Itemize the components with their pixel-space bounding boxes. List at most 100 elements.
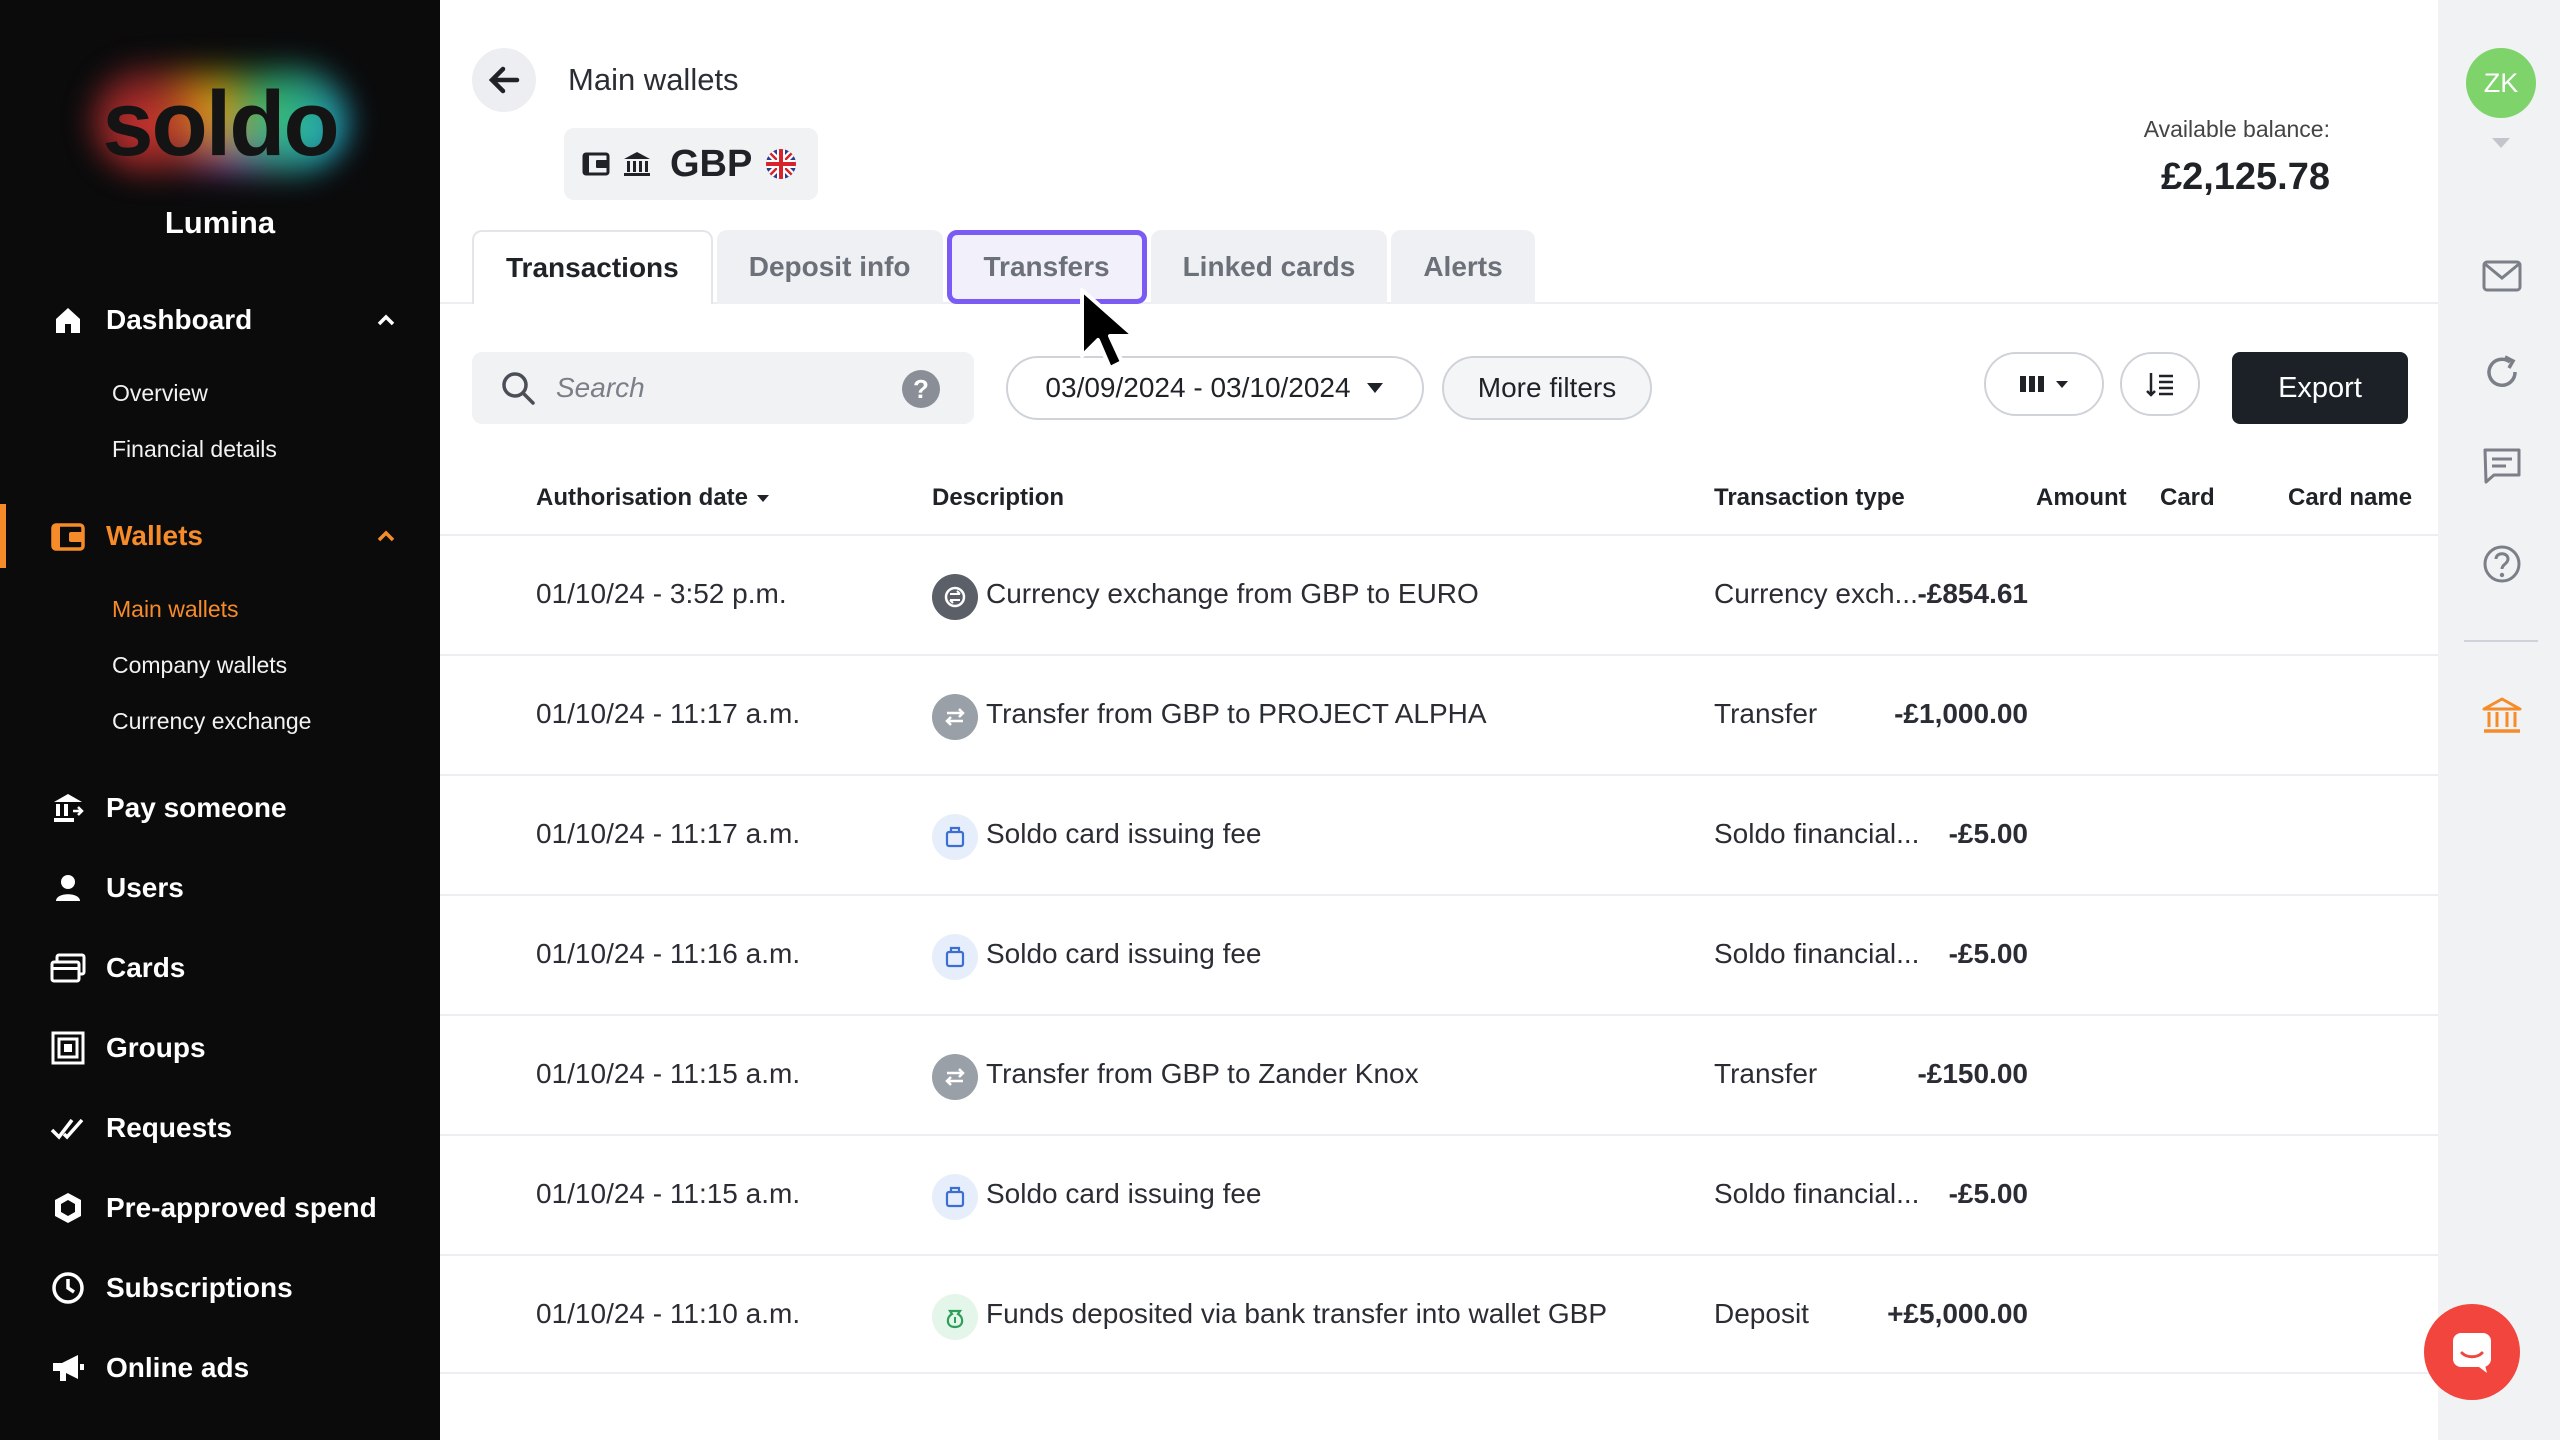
caret-down-icon <box>1366 383 1383 393</box>
sidebar-item-label: Groups <box>106 1032 206 1063</box>
sort-button[interactable] <box>2120 352 2200 416</box>
date-range-picker[interactable]: 03/09/2024 - 03/10/2024 <box>1006 356 1424 420</box>
currency-chip: GBP <box>564 128 818 200</box>
tab-transactions[interactable]: Transactions <box>472 230 713 304</box>
tab-deposit-info[interactable]: Deposit info <box>716 230 943 304</box>
sidebar-subitem-main-wallets[interactable]: Main wallets <box>112 596 239 623</box>
chevron-up-icon[interactable] <box>372 306 400 334</box>
bank-icon[interactable] <box>2480 694 2524 738</box>
sidebar-item-users[interactable]: Users <box>0 856 440 920</box>
bank-icon <box>624 152 650 176</box>
clock-icon <box>50 1270 86 1306</box>
search-icon <box>502 372 535 405</box>
row-date: 01/10/24 - 11:17 a.m. <box>536 698 801 729</box>
row-description: Currency exchange from GBP to EURO <box>986 578 1479 609</box>
row-description: Funds deposited via bank transfer into w… <box>986 1298 1608 1329</box>
table-row[interactable]: 01/10/24 - 11:15 a.m. Transfer from GBP … <box>440 1014 2438 1134</box>
back-button[interactable] <box>472 48 536 112</box>
column-header-label: Authorisation date <box>536 484 749 511</box>
column-header-authorisation-date[interactable]: Authorisation date <box>536 484 770 512</box>
sidebar-item-label: Requests <box>106 1112 233 1143</box>
sidebar-item-cards[interactable]: Cards <box>0 936 440 1000</box>
sidebar-item-label: Dashboard <box>106 304 253 335</box>
table-row[interactable]: 01/10/24 - 11:15 a.m. Soldo card issuing… <box>440 1134 2438 1254</box>
row-description: Transfer from GBP to Zander Knox <box>986 1058 1419 1089</box>
caret-down-icon[interactable] <box>2490 136 2512 150</box>
row-amount: -£5.00 <box>1948 818 2028 849</box>
help-circle-icon[interactable] <box>2480 542 2524 586</box>
column-header-card: Card <box>2160 484 2215 511</box>
groups-icon <box>50 1030 86 1066</box>
row-date: 01/10/24 - 11:16 a.m. <box>536 938 801 969</box>
row-date: 01/10/24 - 3:52 p.m. <box>536 578 787 609</box>
sidebar-item-pre-approved-spend[interactable]: Pre-approved spend <box>0 1176 440 1240</box>
table-row[interactable]: 01/10/24 - 11:17 a.m. Soldo card issuing… <box>440 774 2438 894</box>
sidebar-item-dashboard[interactable]: Dashboard <box>0 288 440 352</box>
row-description: Transfer from GBP to PROJECT ALPHA <box>986 698 1487 729</box>
currency-code: GBP <box>670 142 753 185</box>
row-date: 01/10/24 - 11:15 a.m. <box>536 1178 801 1209</box>
deposit-icon <box>932 1294 978 1340</box>
sidebar-item-requests[interactable]: Requests <box>0 1096 440 1160</box>
bank-pay-icon <box>50 790 86 826</box>
sidebar-item-online-ads[interactable]: Online ads <box>0 1336 440 1400</box>
sidebar-item-label: Pay someone <box>106 792 287 823</box>
sidebar-subitem-financial-details[interactable]: Financial details <box>112 436 277 463</box>
sidebar: soldo Lumina Dashboard Overview Financia… <box>0 0 440 1440</box>
fee-icon <box>932 1174 978 1220</box>
exchange-icon <box>932 574 978 620</box>
row-amount: -£5.00 <box>1948 1178 2028 1209</box>
row-date: 01/10/24 - 11:17 a.m. <box>536 818 801 849</box>
column-header-amount: Amount <box>2036 484 2127 511</box>
help-icon[interactable]: ? <box>902 370 940 408</box>
tab-linked-cards[interactable]: Linked cards <box>1150 230 1388 304</box>
sort-desc-icon <box>757 495 770 502</box>
date-range-value: 03/09/2024 - 03/10/2024 <box>1045 372 1351 403</box>
sort-list-icon <box>2146 373 2173 397</box>
logo-text: soldo <box>102 73 339 175</box>
uk-flag-icon <box>766 149 797 179</box>
columns-button[interactable] <box>1984 352 2104 416</box>
search-input[interactable]: Search ? <box>472 352 974 424</box>
sidebar-subitem-overview[interactable]: Overview <box>112 380 208 407</box>
table-row[interactable]: 01/10/24 - 11:17 a.m. Transfer from GBP … <box>440 654 2438 774</box>
row-description: Soldo card issuing fee <box>986 938 1262 969</box>
table-row[interactable]: 01/10/24 - 3:52 p.m. Currency exchange f… <box>440 534 2438 654</box>
chat-icon[interactable] <box>2480 444 2524 488</box>
table-row[interactable]: 01/10/24 - 11:16 a.m. Soldo card issuing… <box>440 894 2438 1014</box>
transfer-icon <box>932 694 978 740</box>
chevron-up-icon[interactable] <box>372 522 400 550</box>
row-transaction-type: Transfer <box>1714 698 1818 729</box>
arrow-left-icon <box>488 66 520 94</box>
sidebar-item-wallets[interactable]: Wallets <box>0 504 440 568</box>
avatar[interactable]: ZK <box>2466 48 2536 118</box>
fee-icon <box>932 814 978 860</box>
sidebar-item-label: Subscriptions <box>106 1272 293 1303</box>
wallet-icon <box>582 152 610 176</box>
transfer-icon <box>932 1054 978 1100</box>
column-header-card-name: Card name <box>2288 484 2413 511</box>
row-amount: -£1,000.00 <box>1894 698 2028 729</box>
sidebar-item-subscriptions[interactable]: Subscriptions <box>0 1256 440 1320</box>
live-chat-button[interactable] <box>2424 1304 2520 1400</box>
cards-icon <box>50 950 86 986</box>
row-description: Soldo card issuing fee <box>986 1178 1262 1209</box>
mail-icon[interactable] <box>2480 254 2524 298</box>
double-check-icon <box>50 1110 86 1146</box>
row-description: Soldo card issuing fee <box>986 818 1262 849</box>
balance-label: Available balance: <box>2143 116 2330 142</box>
shield-icon <box>50 1190 86 1226</box>
tab-alerts[interactable]: Alerts <box>1391 230 1535 304</box>
sidebar-subitem-company-wallets[interactable]: Company wallets <box>112 652 287 679</box>
table-row[interactable]: 01/10/24 - 11:10 a.m. Funds deposited vi… <box>440 1254 2438 1374</box>
refresh-icon[interactable] <box>2480 350 2524 394</box>
export-button[interactable]: Export <box>2232 352 2408 424</box>
page-title: Main wallets <box>568 62 739 97</box>
sidebar-item-pay-someone[interactable]: Pay someone <box>0 776 440 840</box>
mouse-cursor-icon <box>1080 288 1136 370</box>
sidebar-subitem-currency-exchange[interactable]: Currency exchange <box>112 708 311 735</box>
more-filters-button[interactable]: More filters <box>1442 356 1652 420</box>
soldo-logo[interactable]: soldo <box>80 60 360 180</box>
sidebar-item-groups[interactable]: Groups <box>0 1016 440 1080</box>
fee-icon <box>932 934 978 980</box>
